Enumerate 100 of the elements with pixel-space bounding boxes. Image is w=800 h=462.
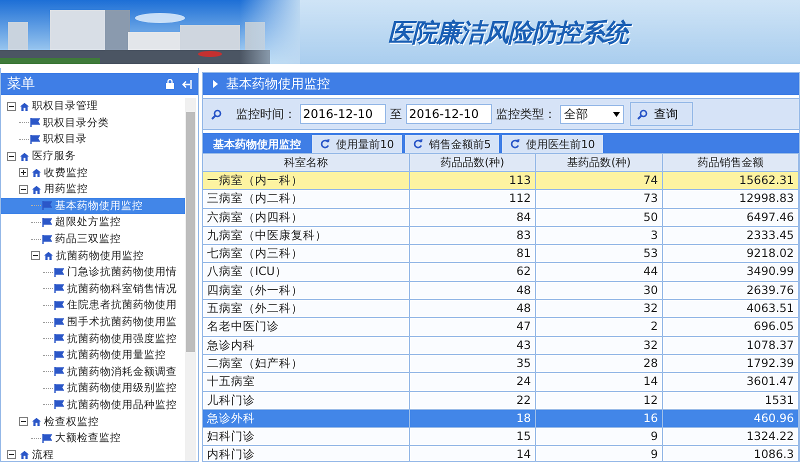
tree-item[interactable]: 超限处方监控 [1, 214, 185, 231]
tab[interactable]: 销售金额前5 [405, 135, 499, 153]
table-cell: 15662.31 [663, 172, 799, 190]
tree-item[interactable]: 检查权监控 [1, 413, 185, 430]
table-cell: 44 [536, 263, 663, 282]
search-icon [211, 108, 222, 120]
table-cell: 14 [536, 373, 663, 392]
date-field[interactable]: 2016-12-10 [406, 104, 492, 124]
table-cell: 2 [536, 318, 663, 337]
table-cell: 81 [410, 245, 536, 264]
table-cell: 3601.47 [663, 373, 799, 392]
table-cell: 460.96 [663, 410, 799, 428]
collapse-icon[interactable] [19, 417, 28, 426]
tab[interactable]: 使用量前10 [312, 135, 402, 153]
table-cell: 1086.3 [663, 446, 799, 461]
flag-icon [54, 268, 64, 277]
dropdown-icon [613, 112, 620, 116]
table-cell: 2639.76 [663, 282, 799, 300]
table-cell: 113 [410, 172, 536, 190]
tree-item[interactable]: 抗菌药物使用级别监控 [1, 380, 185, 397]
table-cell: 50 [536, 208, 663, 227]
tree-item[interactable]: 职权目录分类 [1, 114, 185, 132]
expand-icon[interactable] [19, 168, 28, 178]
table-cell: 八病室（ICU） [203, 263, 410, 282]
tree-item[interactable]: 抗菌药物使用监控 [1, 247, 185, 264]
flag-icon [54, 334, 64, 344]
table-cell: 七病室（内三科） [203, 245, 410, 264]
tab[interactable]: 使用医生前10 [502, 135, 603, 153]
tree-item[interactable]: 围手术抗菌药物使用监 [1, 314, 185, 330]
house-icon [32, 168, 41, 178]
tree-item[interactable]: 基本药物使用监控 [1, 198, 185, 214]
table-cell: 妇科门诊 [203, 428, 410, 446]
flag-icon [54, 400, 64, 410]
table-cell: 83 [410, 226, 536, 246]
collapse-icon[interactable] [7, 152, 16, 161]
table-cell: 2333.45 [663, 226, 799, 246]
flag-icon [54, 384, 64, 393]
tree-item[interactable]: 大额检查监控 [1, 430, 185, 446]
date-field[interactable]: 2016-12-10 [300, 104, 386, 124]
tree-item[interactable]: 职权目录管理 [1, 98, 185, 115]
tree-item[interactable]: 抗菌药物消耗金额调查 [1, 364, 185, 380]
tree-item[interactable]: 流程 [1, 446, 185, 461]
sidebar-title: 菜单 [7, 75, 36, 93]
table-cell: 696.05 [663, 318, 799, 337]
table-cell: 4063.51 [663, 300, 799, 318]
tree-item[interactable]: 医疗服务 [1, 148, 185, 164]
table-cell: 名老中医门诊 [203, 318, 410, 337]
flag-icon [42, 201, 52, 210]
tree-item[interactable]: 用药监控 [1, 180, 185, 198]
table-cell: 二病室（妇产科） [203, 354, 410, 374]
house-icon [20, 450, 29, 460]
table-cell: 43 [410, 336, 536, 355]
table-cell: 74 [536, 172, 663, 190]
table-cell: 14 [410, 446, 536, 461]
flag-icon [30, 118, 40, 128]
refresh-icon [413, 139, 423, 149]
tree-item[interactable]: 收费监控 [1, 164, 185, 181]
collapse-sidebar-icon[interactable] [182, 80, 192, 88]
column-header[interactable]: 药品品数(种) [410, 154, 536, 172]
scrollbar[interactable] [185, 98, 196, 461]
flag-icon [54, 300, 64, 310]
flag-icon [54, 350, 64, 360]
lock-icon[interactable] [166, 79, 174, 89]
table-cell: 1792.39 [663, 354, 799, 374]
query-button[interactable]: 查询 [630, 102, 693, 126]
column-header[interactable]: 基药品数(种) [536, 154, 663, 172]
tree-item[interactable]: 职权目录 [1, 131, 185, 148]
house-icon [20, 102, 29, 111]
column-header[interactable]: 科室名称 [203, 154, 410, 172]
column-header[interactable]: 药品销售金额 [663, 154, 799, 172]
table-cell: 112 [410, 190, 536, 209]
table-cell: 18 [410, 410, 536, 428]
refresh-icon [510, 139, 520, 149]
table-cell: 48 [410, 282, 536, 300]
table-cell: 四病室（外一科） [203, 282, 410, 300]
table-cell: 47 [410, 318, 536, 337]
table-cell: 12998.83 [663, 190, 799, 209]
table-cell: 53 [536, 245, 663, 264]
tree-item[interactable]: 药品三双监控 [1, 230, 185, 248]
search-icon [637, 108, 648, 120]
type-dropdown[interactable]: 全部 [560, 104, 624, 124]
table-cell: 急诊外科 [203, 410, 410, 428]
tree-item[interactable]: 抗菌药物使用强度监控 [1, 330, 185, 347]
table-cell: 73 [536, 190, 663, 209]
table-cell: 12 [536, 392, 663, 410]
tree-item[interactable]: 抗菌药物科室销售情况 [1, 280, 185, 298]
table-cell: 32 [536, 300, 663, 318]
tree-item[interactable]: 抗菌药物使用品种监控 [1, 396, 185, 414]
collapse-icon[interactable] [7, 102, 16, 111]
table-cell: 9 [536, 446, 663, 461]
tree-item[interactable]: 门急诊抗菌药物使用情 [1, 264, 185, 281]
tree-item[interactable]: 住院患者抗菌药物使用 [1, 297, 185, 314]
collapse-icon[interactable] [19, 184, 28, 194]
panel-title: 基本药物使用监控 [226, 76, 330, 93]
table-cell: 十五病室 [203, 373, 410, 392]
collapse-icon[interactable] [31, 251, 40, 260]
table-cell: 22 [410, 392, 536, 410]
tree-item[interactable]: 抗菌药物使用量监控 [1, 346, 185, 364]
collapse-icon[interactable] [7, 450, 16, 460]
table-cell: 儿科门诊 [203, 392, 410, 410]
